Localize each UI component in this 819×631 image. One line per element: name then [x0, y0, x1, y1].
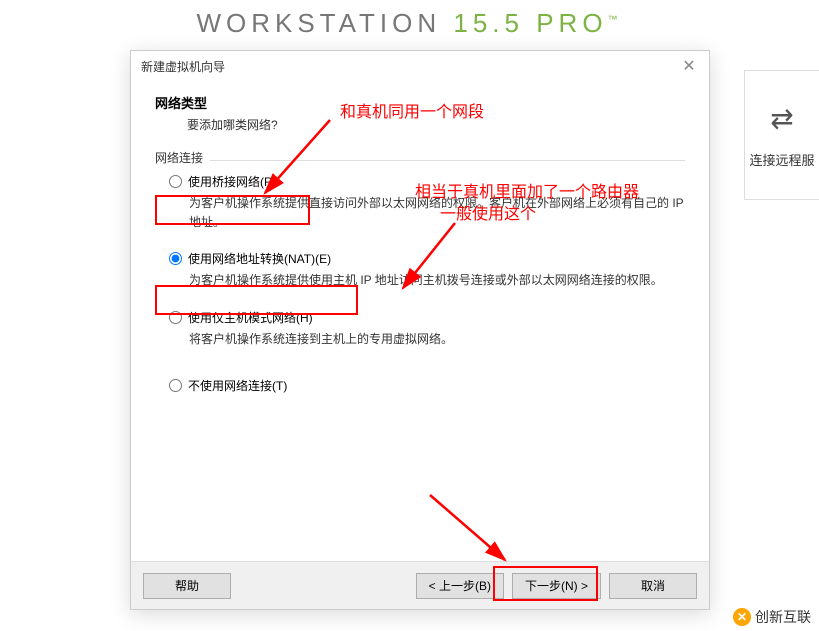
dialog-title: 新建虚拟机向导: [141, 58, 225, 75]
dialog-header: 网络类型 要添加哪类网络?: [131, 81, 709, 149]
watermark: ✕ 创新互联: [733, 607, 811, 627]
watermark-text: 创新互联: [755, 607, 811, 627]
cancel-button[interactable]: 取消: [609, 573, 697, 599]
brand-text: WORKSTATION: [196, 8, 453, 38]
radio-nat-input[interactable]: [169, 252, 182, 265]
dialog-body: 网络连接 使用桥接网络(R) 为客户机操作系统提供直接访问外部以太网网络的权限。…: [131, 149, 709, 561]
remote-server-label: 连接远程服: [749, 150, 814, 169]
radio-nat-desc: 为客户机操作系统提供使用主机 IP 地址访问主机拨号连接或外部以太网网络连接的权…: [189, 271, 685, 290]
radio-item-none: 不使用网络连接(T): [169, 377, 685, 394]
dialog-footer: 帮助 < 上一步(B) 下一步(N) > 取消: [131, 561, 709, 609]
radio-none-input[interactable]: [169, 379, 182, 392]
radio-item-bridged: 使用桥接网络(R) 为客户机操作系统提供直接访问外部以太网网络的权限。客户机在外…: [169, 173, 685, 232]
header-title: 网络类型: [155, 93, 685, 112]
header-subtitle: 要添加哪类网络?: [187, 116, 685, 133]
radio-bridged-label: 使用桥接网络(R): [188, 173, 277, 190]
radio-item-nat: 使用网络地址转换(NAT)(E) 为客户机操作系统提供使用主机 IP 地址访问主…: [169, 250, 685, 290]
brand-tm: ™: [608, 14, 623, 25]
remote-server-panel[interactable]: ⇄ 连接远程服: [744, 70, 819, 200]
help-button[interactable]: 帮助: [143, 573, 231, 599]
radio-hostonly-desc: 将客户机操作系统连接到主机上的专用虚拟网络。: [189, 330, 685, 349]
radio-item-hostonly: 使用仅主机模式网络(H) 将客户机操作系统连接到主机上的专用虚拟网络。: [169, 309, 685, 349]
dialog-titlebar: 新建虚拟机向导 ✕: [131, 51, 709, 81]
radio-bridged-desc: 为客户机操作系统提供直接访问外部以太网网络的权限。客户机在外部网络上必须有自己的…: [189, 194, 685, 232]
radio-nat[interactable]: 使用网络地址转换(NAT)(E): [169, 250, 685, 267]
transfer-icon: ⇄: [770, 102, 793, 135]
watermark-logo-icon: ✕: [733, 608, 751, 626]
new-vm-wizard-dialog: 新建虚拟机向导 ✕ 网络类型 要添加哪类网络? 网络连接 使用桥接网络(R) 为…: [130, 50, 710, 610]
radio-none-label: 不使用网络连接(T): [188, 377, 287, 394]
network-radio-group: 使用桥接网络(R) 为客户机操作系统提供直接访问外部以太网网络的权限。客户机在外…: [155, 173, 685, 394]
radio-hostonly-input[interactable]: [169, 311, 182, 324]
radio-none[interactable]: 不使用网络连接(T): [169, 377, 685, 394]
back-button[interactable]: < 上一步(B): [416, 573, 504, 599]
fieldset-divider: [210, 160, 685, 161]
radio-bridged-input[interactable]: [169, 175, 182, 188]
radio-nat-label: 使用网络地址转换(NAT)(E): [188, 250, 331, 267]
brand-version: 15.5 PRO: [453, 8, 607, 38]
radio-hostonly[interactable]: 使用仅主机模式网络(H): [169, 309, 685, 326]
brand-header: WORKSTATION 15.5 PRO™: [0, 0, 819, 39]
fieldset-label: 网络连接: [155, 149, 685, 166]
close-icon[interactable]: ✕: [679, 56, 699, 76]
radio-hostonly-label: 使用仅主机模式网络(H): [188, 309, 313, 326]
next-button[interactable]: 下一步(N) >: [512, 573, 601, 599]
radio-bridged[interactable]: 使用桥接网络(R): [169, 173, 685, 190]
